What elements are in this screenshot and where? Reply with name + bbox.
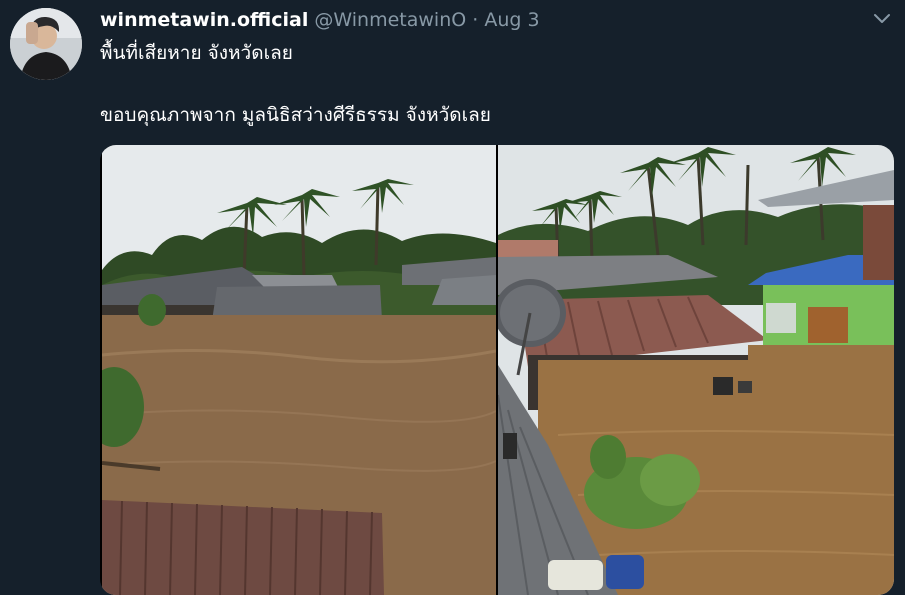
tweet-header: winmetawin.official @WinmetawinO · Aug 3 [100,7,845,33]
avatar-image [10,8,82,80]
tweet-date[interactable]: Aug 3 [484,9,539,31]
tweet-text-line-2: ขอบคุณภาพจาก มูลนิธิสว่างศีรีธรรม จังหวั… [100,104,491,126]
flood-image-right [498,145,894,595]
chevron-down-icon [874,14,890,23]
tweet-menu-button[interactable] [871,10,893,28]
separator-dot: · [472,9,479,31]
flood-photo-right[interactable] [498,145,894,595]
avatar[interactable] [10,8,82,80]
tweet-media[interactable] [100,145,894,595]
flood-image-left [102,145,496,595]
display-name[interactable]: winmetawin.official [100,9,308,31]
tweet-text-line-1: พื้นที่เสียหาย จังหวัดเลย [100,42,293,64]
user-handle[interactable]: @WinmetawinO [314,9,466,31]
flood-photo-left[interactable] [102,145,496,595]
